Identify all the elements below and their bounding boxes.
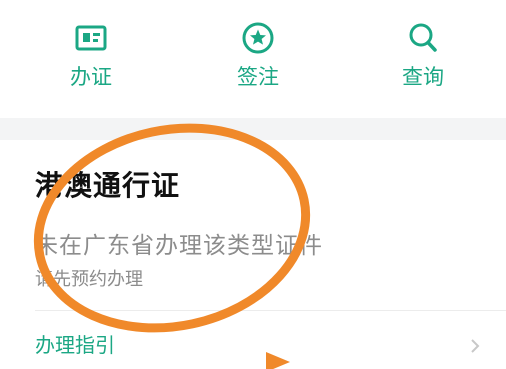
top-nav: 办证 签注 查询 — [0, 0, 506, 118]
guide-link[interactable]: 办理指引 — [35, 329, 115, 358]
nav-item-endorsement[interactable]: 签注 — [198, 0, 318, 118]
nav-item-label: 查询 — [402, 65, 444, 89]
permit-card: 港澳通行证 未在广东省办理该类型证件 请先预约办理 办理指引 — [0, 140, 506, 369]
search-icon — [409, 23, 437, 52]
card-title: 港澳通行证 — [35, 169, 181, 202]
nav-item-label: 办证 — [70, 65, 112, 89]
nav-item-label: 签注 — [237, 65, 279, 89]
card-hint: 请先预约办理 — [35, 269, 143, 290]
card-description: 未在广东省办理该类型证件 — [35, 233, 323, 259]
nav-item-apply[interactable]: 办证 — [31, 0, 151, 118]
section-divider — [0, 118, 506, 140]
star-badge-icon — [242, 22, 274, 54]
guide-row[interactable]: 办理指引 — [0, 311, 506, 369]
id-card-icon — [75, 25, 107, 51]
nav-item-query[interactable]: 查询 — [363, 0, 483, 118]
chevron-right-icon — [471, 339, 480, 353]
